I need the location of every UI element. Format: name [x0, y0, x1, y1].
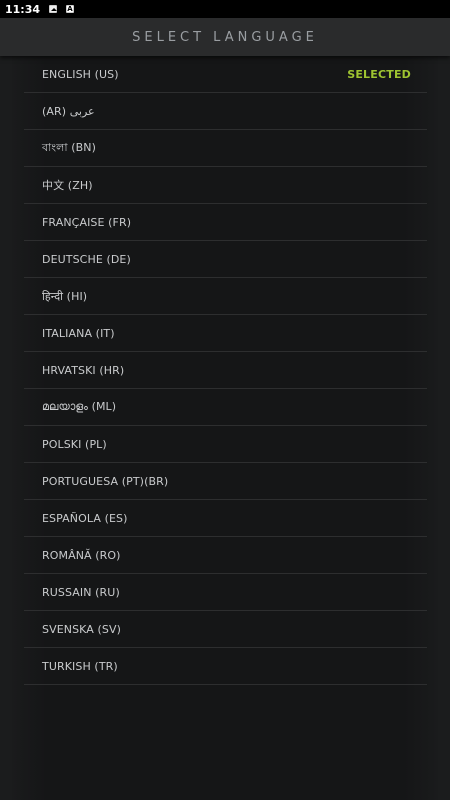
language-item-hr[interactable]: HRVATSKI (HR): [24, 352, 427, 389]
selected-badge: SELECTED: [347, 67, 411, 81]
language-item-pt[interactable]: PORTUGUESA (PT)(BR): [24, 463, 427, 500]
language-label: ROMÂNĂ (RO): [42, 548, 121, 562]
page-title: SELECT LANGUAGE: [132, 29, 318, 45]
language-panel: ENGLISH (US) SELECTED (AR) عربى বাংলা (B…: [12, 56, 438, 800]
language-item-sv[interactable]: SVENSKA (SV): [24, 611, 427, 648]
language-item-ml[interactable]: മലയാളം (ML): [24, 389, 427, 426]
language-item-ro[interactable]: ROMÂNĂ (RO): [24, 537, 427, 574]
language-label: বাংলা (BN): [42, 140, 96, 154]
language-item-fr[interactable]: FRANÇAISE (FR): [24, 204, 427, 241]
language-label: ITALIANA (IT): [42, 326, 115, 340]
language-item-de[interactable]: DEUTSCHE (DE): [24, 241, 427, 278]
language-item-pl[interactable]: POLSKI (PL): [24, 426, 427, 463]
status-time: 11:34: [5, 2, 41, 16]
language-item-es[interactable]: ESPAÑOLA (ES): [24, 500, 427, 537]
status-bar: 11:34 A: [0, 0, 450, 18]
language-label: (AR) عربى: [42, 104, 95, 118]
language-label: DEUTSCHE (DE): [42, 252, 131, 266]
language-label: HRVATSKI (HR): [42, 363, 125, 377]
language-item-hi[interactable]: हिन्दी (HI): [24, 278, 427, 315]
language-list: ENGLISH (US) SELECTED (AR) عربى বাংলা (B…: [24, 56, 427, 685]
app-header: SELECT LANGUAGE: [0, 18, 450, 56]
language-label: हिन्दी (HI): [42, 289, 88, 303]
image-notification-icon: [49, 5, 58, 13]
language-label: FRANÇAISE (FR): [42, 215, 132, 229]
language-label: ENGLISH (US): [42, 67, 119, 81]
language-label: POLSKI (PL): [42, 437, 107, 451]
language-item-it[interactable]: ITALIANA (IT): [24, 315, 427, 352]
language-item-en[interactable]: ENGLISH (US) SELECTED: [24, 56, 427, 93]
language-label: 中文 (ZH): [42, 179, 93, 192]
language-item-ar[interactable]: (AR) عربى: [24, 93, 427, 130]
language-item-tr[interactable]: TURKISH (TR): [24, 648, 427, 685]
language-label: SVENSKA (SV): [42, 622, 122, 636]
language-item-ru[interactable]: RUSSAIN (RU): [24, 574, 427, 611]
a-notification-icon: A: [66, 5, 75, 13]
language-label: TURKISH (TR): [42, 659, 118, 673]
language-label: PORTUGUESA (PT)(BR): [42, 474, 169, 488]
language-label: RUSSAIN (RU): [42, 585, 120, 599]
language-item-zh[interactable]: 中文 (ZH): [24, 167, 427, 204]
language-item-bn[interactable]: বাংলা (BN): [24, 130, 427, 167]
language-label: ESPAÑOLA (ES): [42, 511, 128, 525]
language-label: മലയാളം (ML): [42, 400, 117, 413]
